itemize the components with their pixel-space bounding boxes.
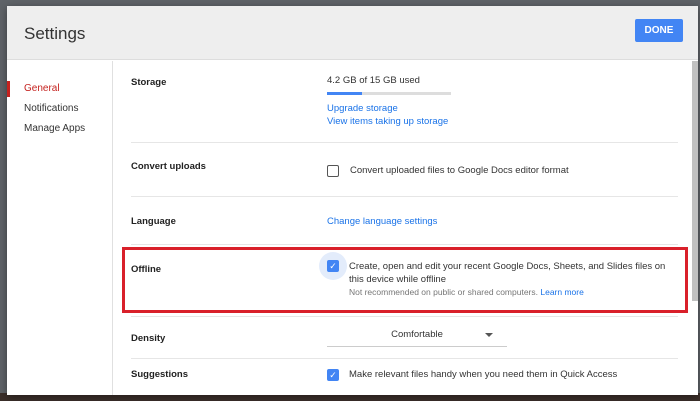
storage-usage: 4.2 GB of 15 GB used [327, 75, 420, 86]
upgrade-storage-link[interactable]: Upgrade storage [327, 102, 451, 115]
convert-text: Convert uploaded files to Google Docs ed… [350, 165, 569, 176]
storage-info: 4.2 GB of 15 GB used Upgrade storage Vie… [327, 75, 451, 128]
convert-row: Convert uploads Convert uploaded files t… [131, 143, 678, 197]
language-row: Language Change language settings [131, 197, 678, 245]
view-items-link[interactable]: View items taking up storage [327, 115, 451, 128]
suggestions-row: Suggestions ✓ Make relevant files handy … [131, 359, 678, 391]
scrollbar[interactable] [692, 61, 698, 301]
storage-label: Storage [131, 77, 167, 88]
change-language-link[interactable]: Change language settings [327, 215, 437, 228]
language-label: Language [131, 216, 176, 227]
suggestions-checkbox[interactable]: ✓ [327, 369, 339, 381]
sidebar-item-notifications[interactable]: Notifications [7, 99, 112, 119]
suggestions-label: Suggestions [131, 369, 189, 380]
convert-checkbox[interactable] [327, 165, 339, 177]
storage-bar-fill [327, 92, 362, 95]
storage-bar [327, 92, 451, 95]
settings-content: Storage 4.2 GB of 15 GB used Upgrade sto… [114, 61, 690, 395]
sidebar-item-manage-apps[interactable]: Manage Apps [7, 119, 112, 139]
done-button[interactable]: DONE [635, 19, 683, 42]
density-select[interactable]: Comfortable [327, 327, 507, 347]
sidebar-item-general[interactable]: General [7, 79, 112, 99]
storage-row: Storage 4.2 GB of 15 GB used Upgrade sto… [131, 61, 678, 143]
offline-highlight-box [122, 247, 688, 313]
dialog-title: Settings [24, 24, 86, 43]
density-value: Comfortable [391, 329, 443, 340]
density-label: Density [131, 333, 166, 344]
check-icon: ✓ [329, 370, 337, 380]
dropdown-arrow-icon [485, 333, 493, 337]
suggestions-text: Make relevant files handy when you need … [349, 369, 618, 380]
convert-label: Convert uploads [131, 161, 206, 172]
density-row: Density Comfortable [131, 317, 678, 359]
settings-dialog: Settings DONE General Notifications Mana… [7, 6, 698, 395]
settings-sidebar: General Notifications Manage Apps [7, 61, 113, 395]
dialog-header: Settings DONE [7, 6, 698, 60]
